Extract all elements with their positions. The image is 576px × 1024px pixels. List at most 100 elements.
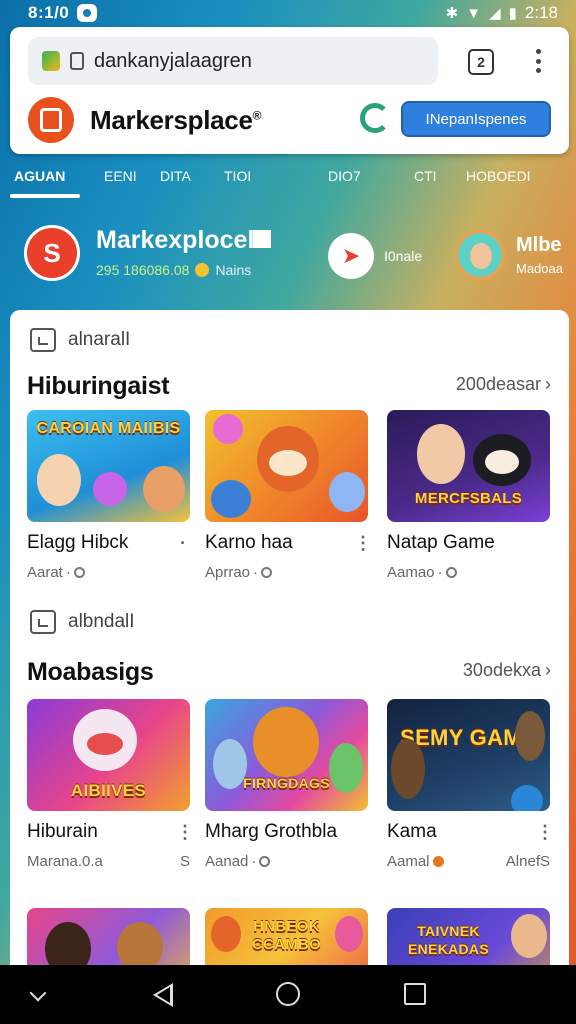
character-illustration [213, 414, 243, 444]
do-not-disturb-icon: ✱ [445, 5, 459, 22]
more-icon[interactable]: ⋮ [536, 822, 554, 843]
character-illustration [93, 472, 127, 506]
tag-icon [30, 610, 56, 634]
see-all-link[interactable]: 30odekxa › [463, 660, 551, 681]
active-tab-indicator [10, 194, 80, 198]
game-title: Natap Game [387, 532, 550, 554]
recent-apps-icon[interactable] [404, 983, 426, 1005]
see-all-label: 30odekxa [462, 660, 541, 680]
tab-switcher-button[interactable]: 2 [468, 49, 494, 75]
game-meta-text: Marana.0.a [27, 853, 103, 870]
cta-button[interactable]: INepanIspenes [401, 101, 551, 137]
section-tag[interactable]: alnaralI [30, 328, 130, 352]
content-panel: alnaralI Hiburingaist 200deasar › CAROIA… [10, 310, 569, 1020]
registered-mark: ® [252, 108, 262, 123]
game-thumbnail[interactable]: FIRNGDAGS [205, 699, 368, 811]
game-title: Mharg Grothbla [205, 821, 368, 843]
see-all-link[interactable]: 200deasar › [456, 374, 551, 395]
game-title: Elagg Hibck · [27, 532, 190, 554]
thumbnail-title: MERCFSBALS [414, 490, 523, 507]
section-tag[interactable]: albndalI [30, 610, 135, 634]
game-thumbnail[interactable]: MERCFSBALS [387, 410, 550, 522]
site-title: Markersplace® [90, 105, 261, 136]
home-icon[interactable] [276, 982, 300, 1006]
game-card[interactable]: MERCFSBALS Natap Game Aamao · [387, 410, 550, 581]
game-title: Karno haa ⋮ [205, 532, 372, 554]
hero-stat-suffix: Nains [215, 262, 252, 278]
hero-logo-icon[interactable]: S [24, 225, 80, 281]
more-icon[interactable]: ⋮ [354, 533, 372, 554]
tab-6[interactable]: HOBOEDI [466, 168, 531, 184]
clock-icon [73, 567, 85, 578]
refresh-icon[interactable] [360, 103, 390, 133]
site-logo-icon[interactable] [28, 97, 74, 143]
tab-2[interactable]: DITA [160, 168, 191, 184]
game-card[interactable]: Karno haa ⋮ Aprrao · [205, 410, 372, 581]
see-all-label: 200deasar [455, 374, 541, 394]
user-info[interactable]: Mlbe Madoaa [516, 234, 563, 276]
character-illustration [485, 450, 519, 474]
overflow-menu-icon[interactable] [530, 45, 546, 77]
play-badge-icon[interactable] [511, 785, 543, 811]
game-card[interactable]: FIRNGDAGS Mharg Grothbla Aanad · [205, 699, 368, 870]
tab-0[interactable]: AGUAN [14, 168, 65, 184]
game-meta-text: Aarat [27, 564, 63, 581]
game-name: Mharg Grothbla [205, 821, 338, 842]
url-text[interactable]: dankanyjalaagren [94, 50, 252, 73]
thumbnail-title: CAROIAN MAIIBIS [36, 420, 181, 437]
game-name: Hiburain [27, 821, 98, 842]
clock-icon [259, 856, 271, 867]
section-title: Moabasigs [27, 658, 154, 686]
game-name: Natap Game [387, 532, 495, 553]
section-tag-label: albndalI [68, 611, 135, 632]
game-meta: Marana.0.a S [27, 853, 190, 870]
back-icon[interactable] [153, 983, 173, 1007]
game-name: Kama [387, 821, 437, 842]
character-illustration [515, 711, 545, 761]
url-bar[interactable]: dankanyjalaagren [28, 37, 438, 85]
coin-icon [195, 263, 210, 277]
character-illustration [269, 450, 307, 476]
chevron-down-icon[interactable] [29, 984, 47, 1002]
section-title: Hiburingaist [27, 372, 170, 400]
fire-icon [432, 856, 444, 867]
game-card[interactable]: CAROIAN MAIIBIS Elagg Hibck · Aarat · [27, 410, 190, 581]
character-illustration [87, 733, 123, 755]
character-illustration [391, 739, 425, 799]
game-card[interactable]: AIBIIVES Hiburain ⋮ Marana.0.a S [27, 699, 194, 870]
tab-3[interactable]: TIOI [224, 168, 251, 184]
thumbnail-title: FIRNGDAGS [243, 775, 330, 791]
tab-5[interactable]: CTI [414, 168, 437, 184]
character-illustration [211, 480, 251, 518]
hero-stats: 295 186086.08 Nains [96, 262, 251, 278]
game-thumbnail[interactable]: CAROIAN MAIIBIS [27, 410, 190, 522]
game-meta-text: Aanad [205, 853, 249, 870]
tab-4[interactable]: DIO7 [328, 168, 361, 184]
game-meta: Aprrao · [205, 564, 368, 581]
clock-icon [445, 567, 457, 578]
game-thumbnail[interactable]: AIBIIVES [27, 699, 190, 811]
shield-icon [42, 51, 60, 71]
clock-icon [261, 567, 273, 578]
avatar[interactable] [455, 230, 505, 280]
game-thumbnail[interactable]: SEMY GAMS [387, 699, 550, 811]
signal-icon: ◢ [489, 5, 501, 22]
status-right: ✱ ▼ ◢ ▮ 2:18 [446, 3, 558, 23]
game-meta: Aarat · [27, 564, 190, 581]
character-illustration [511, 914, 547, 958]
thumbnail-title: AIBIIVES [70, 781, 147, 800]
game-meta: Aanad · [205, 853, 368, 870]
status-clock: 2:18 [524, 3, 558, 22]
game-card[interactable]: SEMY GAMS Kama ⋮ Aamal AlnefS [387, 699, 554, 870]
wifi-icon: ▼ [466, 4, 482, 22]
more-icon[interactable]: ⋮ [176, 822, 194, 843]
tab-1[interactable]: EENI [104, 168, 137, 184]
lock-icon [70, 52, 84, 70]
online-label: I0nale [384, 248, 423, 264]
status-bar: 8:1/0 ✱ ▼ ◢ ▮ 2:18 [0, 0, 576, 26]
hero-stat-value: 295 186086.08 [96, 262, 190, 278]
game-thumbnail[interactable] [205, 410, 368, 522]
system-nav-bar [0, 965, 576, 1024]
play-icon[interactable]: ➤ [328, 233, 374, 279]
more-icon[interactable]: · [176, 533, 190, 554]
